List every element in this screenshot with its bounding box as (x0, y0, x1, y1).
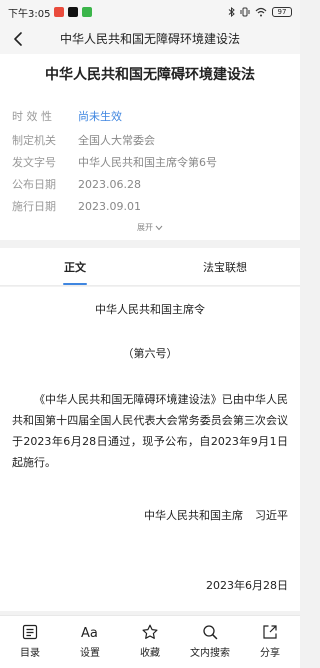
status-time: 下午3:05 (8, 8, 51, 20)
signature-title: 中华人民共和国主席 (144, 509, 243, 522)
bluetooth-icon (228, 7, 235, 17)
app-bar: 中华人民共和国无障碍环境建设法 (0, 24, 300, 54)
meta-value: 中华人民共和国主席令第6号 (78, 156, 217, 169)
meta-label: 施行日期 (12, 200, 56, 213)
svg-text:Aa: Aa (81, 626, 98, 640)
nav-contents-button[interactable]: 目录 (0, 616, 60, 668)
tab-bar: 正文 法宝联想 (0, 248, 300, 286)
back-arrow-icon (14, 32, 22, 46)
nav-settings-button[interactable]: Aa 设置 (60, 616, 120, 668)
chat-app-icon (82, 7, 93, 17)
battery-icon: 97 (272, 7, 292, 17)
meta-row-doc-number: 发文字号 中华人民共和国主席令第6号 (12, 152, 217, 172)
bottom-toolbar: 目录 Aa 设置 收藏 文内搜索 分享 (0, 615, 300, 668)
meta-value: 2023.09.01 (78, 199, 141, 213)
font-settings-icon: Aa (81, 623, 99, 641)
star-icon (141, 623, 159, 641)
validity-status: 尚未生效 (78, 110, 122, 123)
meta-label: 制定机关 (12, 134, 56, 147)
nav-label: 目录 (20, 648, 40, 659)
meta-label: 时 效 性 (12, 110, 52, 123)
law-content: 中华人民共和国主席令 （第六号） 《中华人民共和国无障碍环境建设法》已由中华人民… (0, 287, 300, 611)
nav-label: 分享 (260, 648, 280, 659)
search-icon (201, 623, 219, 641)
meta-row-effective-date: 施行日期 2023.09.01 (12, 196, 141, 216)
expand-button[interactable]: 展开 (0, 222, 300, 233)
nav-label: 收藏 (140, 648, 160, 659)
list-icon (21, 623, 39, 641)
wifi-icon (255, 7, 267, 17)
meta-label: 发文字号 (12, 156, 56, 169)
share-icon (261, 623, 279, 641)
header-title: 中华人民共和国无障碍环境建设法 (59, 32, 240, 46)
nav-favorite-button[interactable]: 收藏 (120, 616, 180, 668)
nav-search-button[interactable]: 文内搜索 (180, 616, 240, 668)
meta-row-publish-date: 公布日期 2023.06.28 (12, 174, 141, 194)
nav-share-button[interactable]: 分享 (240, 616, 300, 668)
nav-label: 文内搜索 (190, 648, 230, 659)
meta-row-issuer: 制定机关 全国人大常委会 (12, 130, 155, 150)
meta-value: 全国人大常委会 (78, 134, 155, 147)
order-heading: 中华人民共和国主席令 (95, 303, 205, 316)
status-bar: 下午3:05 97 (0, 0, 300, 24)
chevron-down-icon (155, 225, 163, 230)
order-number: （第六号） (122, 347, 178, 360)
vibrate-icon (240, 7, 250, 17)
meta-row-validity: 时 效 性 尚未生效 (12, 106, 122, 126)
nav-label: 设置 (80, 648, 100, 659)
app-notification-icon (54, 7, 65, 17)
signature: 中华人民共和国主席 习近平 (144, 507, 288, 523)
tab-related[interactable]: 法宝联想 (150, 248, 300, 286)
expand-label: 展开 (137, 223, 153, 232)
meta-label: 公布日期 (12, 178, 56, 191)
body-paragraph: 《中华人民共和国无障碍环境建设法》已由中华人民共和国第十四届全国人民代表大会常务… (12, 393, 288, 469)
back-button[interactable] (8, 29, 28, 49)
meta-value: 2023.06.28 (78, 177, 141, 191)
signature-date: 2023年6月28日 (206, 579, 288, 592)
active-tab-indicator (63, 283, 87, 285)
law-info-card: 中华人民共和国无障碍环境建设法 时 效 性 尚未生效 制定机关 全国人大常委会 … (0, 54, 300, 240)
tab-main-text[interactable]: 正文 (0, 248, 150, 286)
signature-name: 习近平 (255, 509, 288, 522)
document-title: 中华人民共和国无障碍环境建设法 (45, 67, 255, 83)
tiktok-icon (68, 7, 79, 17)
